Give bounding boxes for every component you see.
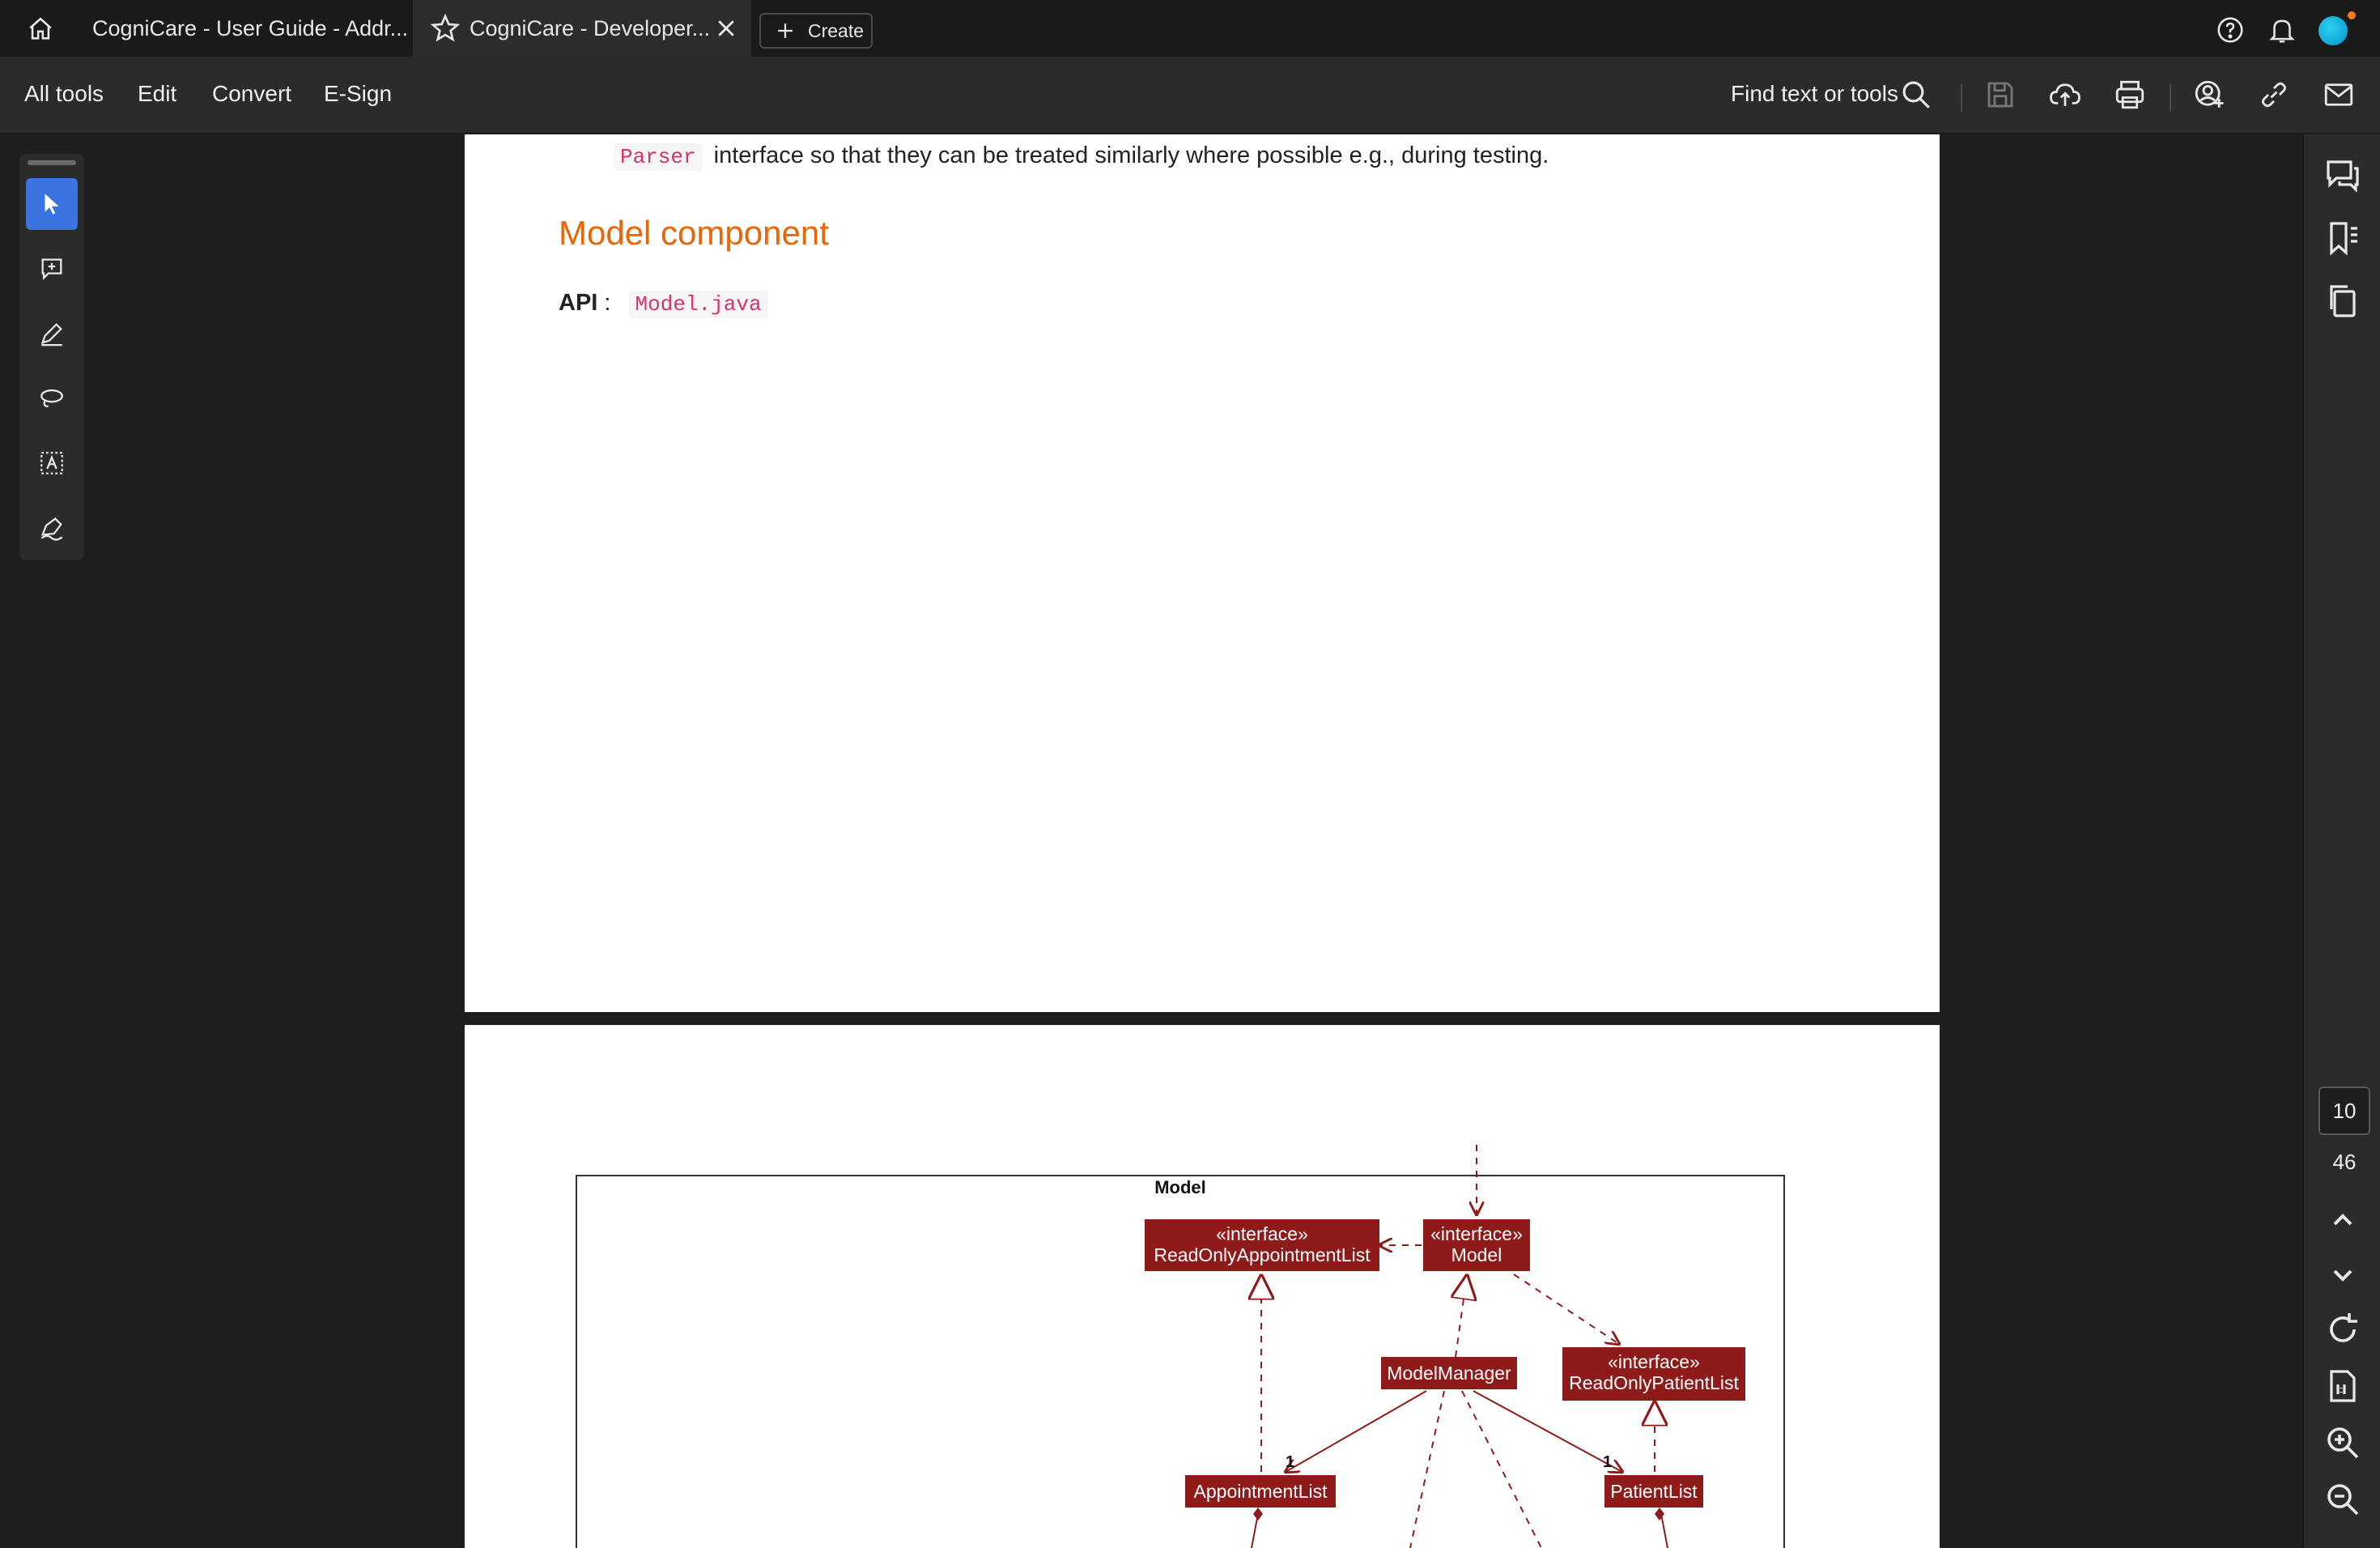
class-model-manager[interactable]: ModelManager [1381, 1357, 1517, 1389]
left-tool-panel [19, 154, 84, 560]
document-page: Model 1 1 «interface» ReadOnlyAppointmen… [465, 1025, 1940, 1548]
multiplicity-label: 1 [1603, 1453, 1612, 1471]
notification-dot [2348, 11, 2356, 19]
highlight-tool-button[interactable] [26, 308, 78, 359]
class-name: ModelManager [1387, 1363, 1511, 1384]
pen-icon [40, 323, 62, 347]
comments-icon[interactable] [2323, 155, 2362, 194]
avatar[interactable] [2318, 16, 2348, 45]
api-line: API : Model.java [559, 290, 768, 318]
help-icon[interactable] [2215, 15, 2246, 45]
signature-pen-icon [40, 517, 63, 541]
class-read-only-patient-list[interactable]: «interface» ReadOnlyPatientList [1562, 1347, 1745, 1401]
document-page: Parser interface so that they can be trea… [465, 134, 1940, 1012]
class-name: Model [1451, 1244, 1502, 1265]
inline-code: Parser [614, 143, 703, 171]
bookmark-icon[interactable] [2323, 219, 2362, 257]
select-tool-button[interactable] [26, 178, 78, 230]
panel-drag-handle[interactable] [28, 160, 76, 165]
class-name: AppointmentList [1194, 1481, 1328, 1502]
comment-plus-icon [41, 258, 62, 281]
model-class-diagram: Model 1 1 «interface» ReadOnlyAppointmen… [576, 1145, 1785, 1548]
share-user-icon[interactable] [2192, 78, 2226, 112]
fit-page-icon[interactable] [2323, 1367, 2362, 1406]
composition-diamond [1253, 1508, 1263, 1520]
right-side-panel: 10 46 [2302, 134, 2380, 1548]
class-name: PatientList [1610, 1481, 1698, 1502]
search-icon[interactable] [1899, 78, 1933, 112]
create-button[interactable]: Create [759, 13, 873, 49]
tab-label: CogniCare - User Guide - Addr... [92, 15, 409, 40]
dependency-edge [1461, 1390, 1542, 1548]
class-name: ReadOnlyPatientList [1569, 1372, 1739, 1393]
class-model[interactable]: «interface» Model [1423, 1219, 1530, 1271]
package-title: Model [1154, 1177, 1206, 1197]
class-name: ReadOnlyAppointmentList [1154, 1244, 1371, 1265]
menu-convert[interactable]: Convert [212, 81, 291, 107]
zoom-out-icon[interactable] [2323, 1480, 2362, 1519]
tab-user-guide[interactable]: CogniCare - User Guide - Addr... [71, 0, 411, 57]
star-icon[interactable] [429, 12, 461, 45]
realization-edge [1456, 1276, 1467, 1358]
lasso-icon [40, 389, 63, 408]
cursor-icon [45, 194, 59, 215]
class-patient-list[interactable]: PatientList [1604, 1475, 1703, 1508]
draw-tool-button[interactable] [26, 372, 78, 424]
save-icon[interactable] [1983, 78, 2017, 112]
upload-cloud-icon[interactable] [2048, 78, 2082, 112]
class-stereotype: «interface» [1608, 1351, 1700, 1372]
close-icon[interactable] [714, 16, 738, 40]
create-label: Create [808, 19, 865, 41]
association-edge [1286, 1390, 1427, 1472]
api-link[interactable]: Model.java [628, 291, 768, 318]
composition-edge [1660, 1513, 1668, 1548]
paragraph-line: Parser interface so that they can be trea… [614, 142, 1549, 171]
tab-label: CogniCare - Developer... [470, 15, 711, 40]
print-icon[interactable] [2113, 78, 2147, 112]
section-heading: Model component [559, 214, 829, 252]
home-icon [29, 17, 52, 40]
text-box-icon [40, 452, 63, 474]
menu-esign[interactable]: E-Sign [324, 81, 392, 107]
home-button[interactable] [23, 13, 58, 45]
multiplicity-label: 1 [1286, 1453, 1294, 1471]
text-select-tool-button[interactable] [26, 437, 78, 489]
pages-icon[interactable] [2323, 282, 2362, 321]
toolbar-divider [2170, 84, 2171, 112]
dependency-edge [1513, 1274, 1619, 1344]
total-pages: 46 [2332, 1150, 2357, 1174]
chevron-up-icon[interactable] [2323, 1201, 2362, 1240]
find-text-or-tools[interactable]: Find text or tools [1731, 81, 1898, 107]
current-page-input[interactable]: 10 [2318, 1087, 2370, 1135]
api-label: API [559, 290, 598, 316]
add-comment-tool-button[interactable] [26, 243, 78, 295]
zoom-in-icon[interactable] [2323, 1423, 2362, 1462]
link-icon[interactable] [2257, 78, 2291, 112]
rotate-icon[interactable] [2323, 1310, 2362, 1349]
association-edge [1473, 1390, 1622, 1472]
api-separator: : [604, 290, 611, 316]
class-stereotype: «interface» [1430, 1223, 1523, 1244]
sign-tool-button[interactable] [26, 502, 78, 554]
class-appointment-list[interactable]: AppointmentList [1185, 1475, 1336, 1508]
paragraph-text: interface so that they can be treated si… [713, 142, 1549, 168]
menu-all-tools[interactable]: All tools [24, 81, 104, 107]
class-read-only-appointment-list[interactable]: «interface» ReadOnlyAppointmentList [1145, 1219, 1379, 1271]
tab-bar: CogniCare - User Guide - Addr... CogniCa… [0, 0, 2380, 57]
dependency-edge [1409, 1390, 1445, 1548]
toolbar-divider [1961, 84, 1962, 112]
composition-diamond [1655, 1508, 1664, 1520]
bell-icon[interactable] [2267, 15, 2297, 45]
tab-developer-guide[interactable]: CogniCare - Developer... [413, 0, 751, 57]
plus-icon [778, 23, 793, 38]
chevron-down-icon[interactable] [2323, 1255, 2362, 1294]
class-stereotype: «interface» [1216, 1223, 1308, 1244]
menu-edit[interactable]: Edit [138, 81, 176, 107]
main-toolbar: All tools Edit Convert E-Sign Find text … [0, 57, 2380, 134]
mail-icon[interactable] [2322, 78, 2356, 112]
